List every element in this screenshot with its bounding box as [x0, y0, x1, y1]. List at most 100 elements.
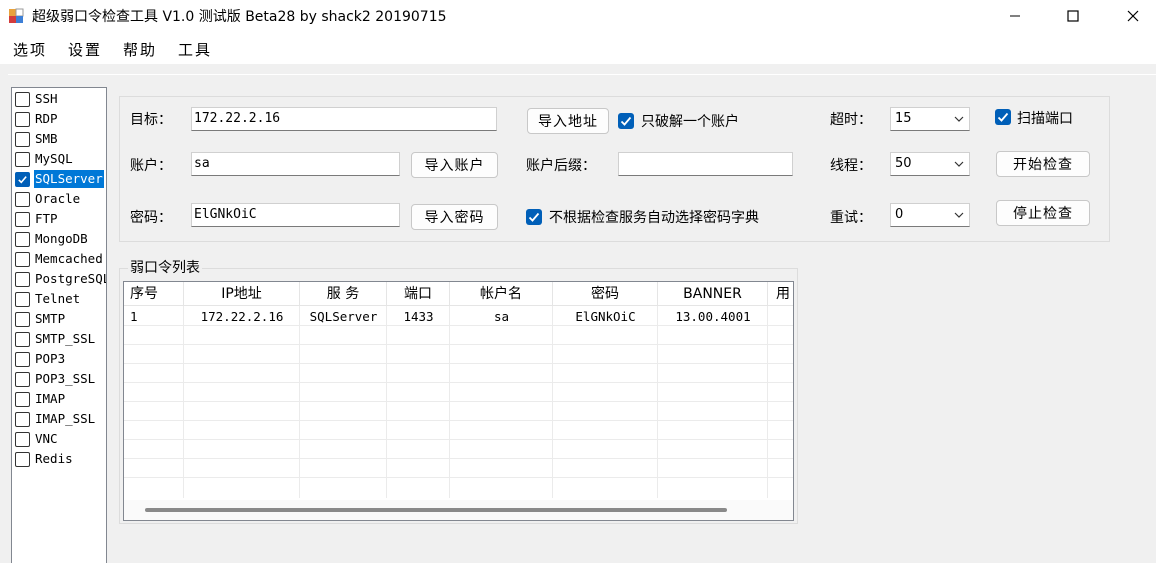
- service-label: IMAP_SSL: [35, 411, 96, 426]
- service-checkbox[interactable]: [15, 92, 30, 107]
- service-item[interactable]: IMAP_SSL: [14, 409, 106, 429]
- service-checkbox[interactable]: [15, 172, 30, 187]
- service-item[interactable]: VNC: [14, 429, 106, 449]
- scan-port-checkbox[interactable]: [995, 109, 1011, 125]
- service-label: POP3_SSL: [35, 371, 96, 386]
- check-icon: [18, 176, 27, 184]
- service-item[interactable]: PostgreSQL: [14, 269, 106, 289]
- grid-line: [124, 363, 793, 364]
- service-label: Telnet: [35, 291, 81, 306]
- service-checkbox[interactable]: [15, 332, 30, 347]
- chevron-down-icon: [954, 116, 964, 122]
- account-suffix-input[interactable]: [618, 152, 793, 176]
- threads-select[interactable]: 50: [890, 152, 970, 176]
- service-item[interactable]: Redis: [14, 449, 106, 469]
- service-label: FTP: [35, 211, 58, 226]
- service-checkbox[interactable]: [15, 392, 30, 407]
- column-header[interactable]: 服 务: [300, 282, 387, 306]
- service-item[interactable]: SMTP_SSL: [14, 329, 106, 349]
- service-checkbox[interactable]: [15, 192, 30, 207]
- service-checkbox[interactable]: [15, 152, 30, 167]
- service-checkbox[interactable]: [15, 372, 30, 387]
- service-item[interactable]: Memcached: [14, 249, 106, 269]
- column-header[interactable]: 密码: [553, 282, 658, 306]
- window-title: 超级弱口令检查工具 V1.0 测试版 Beta28 by shack2 2019…: [32, 9, 447, 25]
- column-header[interactable]: BANNER: [658, 282, 768, 306]
- column-header[interactable]: 用: [768, 282, 793, 306]
- service-item[interactable]: SMB: [14, 129, 106, 149]
- service-item[interactable]: POP3_SSL: [14, 369, 106, 389]
- service-checkbox[interactable]: [15, 312, 30, 327]
- minimize-button[interactable]: [992, 0, 1038, 32]
- account-input[interactable]: sa: [191, 152, 400, 176]
- service-item[interactable]: Oracle: [14, 189, 106, 209]
- app-icon: [9, 8, 24, 23]
- target-label: 目标：: [130, 112, 172, 128]
- table-cell[interactable]: 1: [124, 306, 184, 328]
- scrollbar-thumb[interactable]: [145, 508, 727, 512]
- column-header[interactable]: 序号: [124, 282, 184, 306]
- table-cell[interactable]: [768, 306, 793, 328]
- grid-line: [299, 306, 300, 498]
- chevron-down-icon: [954, 161, 964, 167]
- column-header[interactable]: 端口: [387, 282, 450, 306]
- target-input[interactable]: 172.22.2.16: [191, 107, 497, 131]
- service-checkbox[interactable]: [15, 212, 30, 227]
- grid-line: [124, 401, 793, 402]
- password-input[interactable]: ElGNkOiC: [191, 203, 400, 227]
- close-button[interactable]: [1110, 0, 1156, 32]
- import-account-button[interactable]: 导入账户: [411, 152, 498, 178]
- table-cell[interactable]: 172.22.2.16: [184, 306, 300, 328]
- import-address-button[interactable]: 导入地址: [527, 108, 609, 134]
- stop-check-button[interactable]: 停止检查: [996, 200, 1090, 226]
- service-item[interactable]: MongoDB: [14, 229, 106, 249]
- maximize-button[interactable]: [1050, 0, 1096, 32]
- auto-dict-checkbox[interactable]: [526, 209, 542, 225]
- import-password-button[interactable]: 导入密码: [411, 204, 498, 230]
- service-checkbox[interactable]: [15, 432, 30, 447]
- grid-line: [657, 306, 658, 498]
- service-checkbox[interactable]: [15, 292, 30, 307]
- service-checkbox[interactable]: [15, 232, 30, 247]
- scan-port-label: 扫描端口: [1017, 111, 1073, 127]
- menu-help[interactable]: 帮助: [123, 39, 157, 60]
- service-item[interactable]: FTP: [14, 209, 106, 229]
- service-checkbox[interactable]: [15, 132, 30, 147]
- menu-tools[interactable]: 工具: [178, 39, 212, 60]
- retry-select[interactable]: 0: [890, 203, 970, 227]
- check-icon: [528, 212, 540, 222]
- results-table[interactable]: 序号 IP地址服 务端口 帐户名 密码 BANNER 用 1 172.22.2.16 SQLSe…: [123, 281, 794, 521]
- service-item[interactable]: Telnet: [14, 289, 106, 309]
- chevron-down-icon: [954, 212, 964, 218]
- menu-settings[interactable]: 设置: [68, 39, 102, 60]
- service-checkbox[interactable]: [15, 272, 30, 287]
- service-checkbox[interactable]: [15, 452, 30, 467]
- table-cell[interactable]: 1433: [387, 306, 450, 328]
- service-item[interactable]: SQLServer: [14, 169, 106, 189]
- service-checklist[interactable]: SSH RDP SMB MySQL SQLServer Oracle FTP MongoDB M…: [11, 87, 107, 563]
- column-header[interactable]: 帐户名: [450, 282, 553, 306]
- table-cell[interactable]: ElGNkOiC: [553, 306, 658, 328]
- column-header[interactable]: IP地址: [184, 282, 300, 306]
- service-checkbox[interactable]: [15, 352, 30, 367]
- service-item[interactable]: RDP: [14, 109, 106, 129]
- service-label: Oracle: [35, 191, 81, 206]
- table-cell[interactable]: 13.00.4001: [658, 306, 768, 328]
- service-item[interactable]: POP3: [14, 349, 106, 369]
- start-check-button[interactable]: 开始检查: [996, 151, 1090, 177]
- service-label: SSH: [35, 91, 58, 106]
- service-item[interactable]: SSH: [14, 89, 106, 109]
- horizontal-scrollbar[interactable]: [124, 500, 793, 520]
- service-item[interactable]: MySQL: [14, 149, 106, 169]
- timeout-select[interactable]: 15: [890, 107, 970, 131]
- table-cell[interactable]: SQLServer: [300, 306, 387, 328]
- service-item[interactable]: SMTP: [14, 309, 106, 329]
- service-checkbox[interactable]: [15, 112, 30, 127]
- retry-value: 0: [895, 207, 904, 222]
- service-checkbox[interactable]: [15, 412, 30, 427]
- table-cell[interactable]: sa: [450, 306, 553, 328]
- service-item[interactable]: IMAP: [14, 389, 106, 409]
- menu-options[interactable]: 选项: [13, 39, 47, 60]
- only-one-account-checkbox[interactable]: [618, 113, 634, 129]
- service-checkbox[interactable]: [15, 252, 30, 267]
